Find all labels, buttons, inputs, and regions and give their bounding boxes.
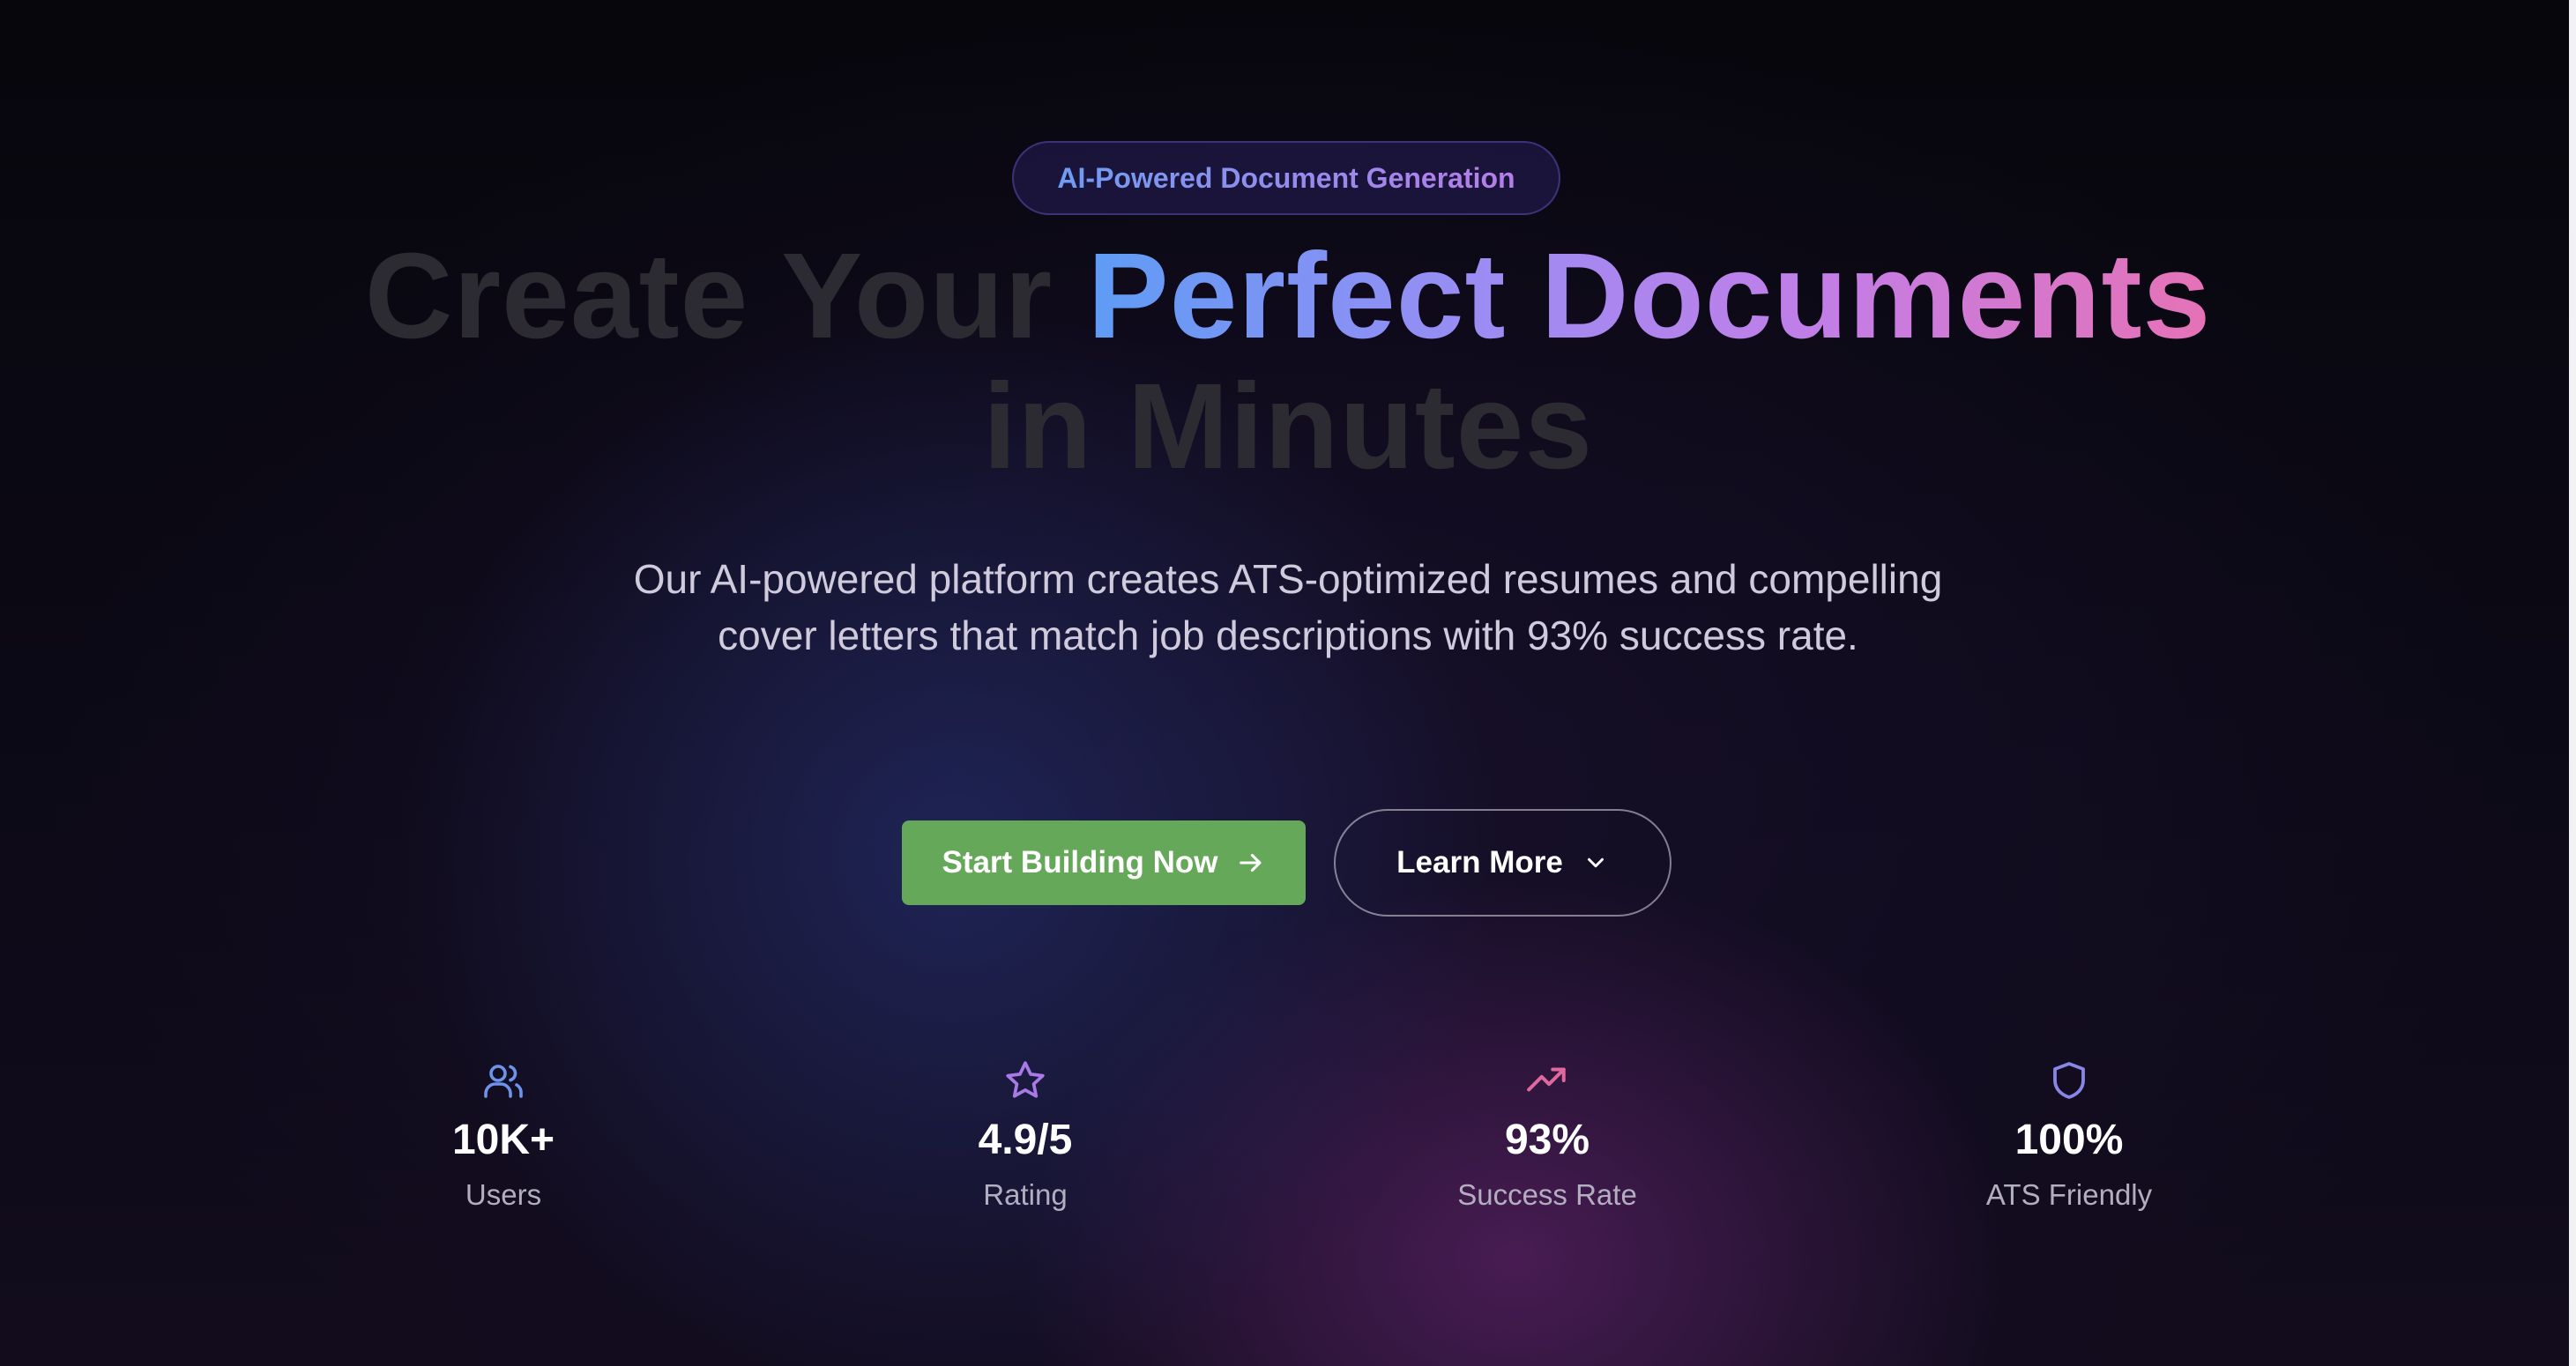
shield-icon: [2048, 1056, 2090, 1105]
stat-label: Rating: [983, 1178, 1068, 1211]
stat-label: ATS Friendly: [1985, 1178, 2153, 1211]
stat-users: 10K+ Users: [327, 1056, 680, 1214]
trending-up-icon: [1525, 1056, 1569, 1105]
start-building-button[interactable]: Start Building Now: [902, 820, 1306, 905]
learn-more-label: Learn More: [1396, 845, 1563, 880]
stat-label: Users: [465, 1178, 542, 1211]
stat-value: 4.9/5: [978, 1117, 1073, 1163]
stat-ats-friendly: 100% ATS Friendly: [1893, 1056, 2245, 1214]
headline-line2: in Minutes: [982, 359, 1594, 494]
stat-value: 93%: [1504, 1117, 1590, 1163]
stat-success-rate: 93% Success Rate: [1371, 1056, 1724, 1214]
hero-section: AI-Powered Document Generation Create Yo…: [0, 0, 2576, 1366]
stat-rating: 4.9/5 Rating: [849, 1056, 1202, 1214]
headline-plain: Create Your: [364, 228, 1088, 364]
window-edge: [2569, 0, 2576, 1366]
star-icon: [1003, 1056, 1047, 1105]
stat-value: 100%: [2014, 1117, 2124, 1163]
badge-text: AI-Powered Document Generation: [1057, 161, 1515, 194]
hero-subtitle: Our AI-powered platform creates ATS-opti…: [633, 556, 1943, 658]
stat-label: Success Rate: [1457, 1178, 1637, 1211]
chevron-down-icon: [1582, 850, 1609, 876]
learn-more-button[interactable]: Learn More: [1334, 809, 1671, 917]
headline-highlight: Perfect Documents: [1087, 228, 2212, 364]
users-icon: [482, 1056, 525, 1105]
arrow-right-icon: [1236, 848, 1266, 878]
page-title: Create Your Perfect Documents in Minutes: [0, 231, 2576, 492]
stat-value: 10K+: [451, 1117, 555, 1163]
feature-badge: AI-Powered Document Generation: [1012, 141, 1560, 215]
start-building-label: Start Building Now: [942, 845, 1218, 880]
